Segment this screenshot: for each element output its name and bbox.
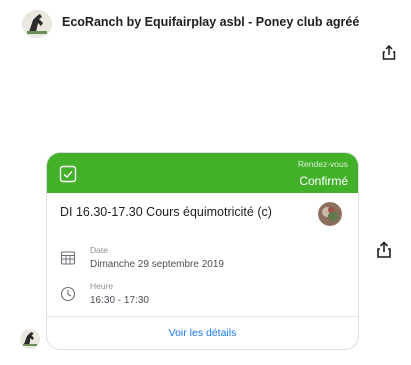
status-badge: Confirmé (299, 174, 348, 188)
card-header: Rendez-vous Confirmé (47, 153, 358, 193)
appointment-card: Rendez-vous Confirmé DI 16.30-17.30 Cour… (46, 152, 359, 350)
date-label: Date (90, 245, 108, 255)
calendar-check-icon (59, 165, 77, 183)
time-value: 16:30 - 17:30 (90, 295, 149, 306)
appointment-label: Rendez-vous (297, 159, 348, 169)
time-label: Heure (90, 281, 114, 291)
event-title: DI 16.30-17.30 Cours équimotricité (c) (60, 205, 272, 219)
date-value: Dimanche 29 septembre 2019 (90, 259, 224, 270)
horse-logo-icon[interactable] (22, 10, 52, 38)
chat-header: EcoRanch by Equifairplay asbl - Poney cl… (0, 0, 411, 49)
clock-icon (60, 286, 76, 302)
calendar-icon (60, 250, 76, 266)
share-icon[interactable] (374, 240, 394, 260)
page-title: EcoRanch by Equifairplay asbl - Poney cl… (62, 15, 360, 29)
view-details-button[interactable]: Voir les détails (47, 317, 358, 349)
horse-photo-thumbnail (318, 202, 342, 226)
page-avatar (20, 329, 40, 349)
share-icon[interactable] (380, 44, 398, 62)
